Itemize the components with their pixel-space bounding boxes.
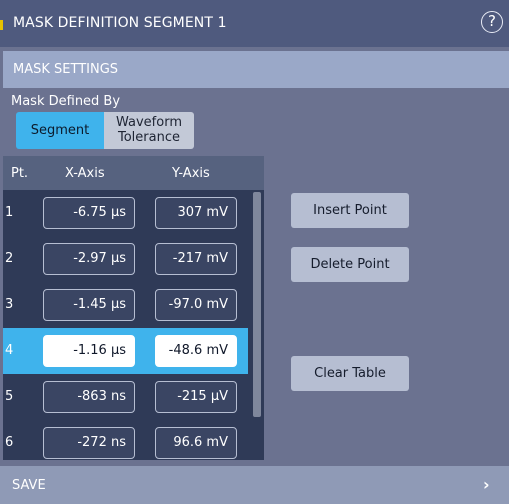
table-header: Pt. X-Axis Y-Axis [3, 156, 264, 190]
chevron-right-icon: › [483, 475, 490, 494]
point-number: 3 [5, 297, 14, 312]
column-header-y-axis: Y-Axis [172, 166, 210, 181]
x-axis-field[interactable]: -863 ns [43, 381, 135, 413]
point-number: 5 [5, 389, 14, 404]
title-accent-marker [0, 20, 3, 30]
mask-settings-label: MASK SETTINGS [13, 62, 119, 77]
mask-points-table: Pt. X-Axis Y-Axis 1 -6.75 µs 307 mV 2 -2… [3, 156, 264, 460]
help-icon[interactable]: ? [481, 11, 503, 33]
dialog-title: MASK DEFINITION SEGMENT 1 [13, 15, 227, 31]
segment-toggle-button[interactable]: Segment [16, 112, 104, 149]
y-axis-field[interactable]: -215 µV [155, 381, 237, 413]
y-axis-field[interactable]: 307 mV [155, 197, 237, 229]
point-number: 4 [5, 343, 14, 358]
point-number: 1 [5, 205, 14, 220]
table-row[interactable]: 6 -272 ns 96.6 mV [3, 420, 248, 466]
y-axis-field[interactable]: 96.6 mV [155, 427, 237, 459]
title-bar: MASK DEFINITION SEGMENT 1 ? [0, 0, 509, 47]
y-axis-field[interactable]: -48.6 mV [155, 335, 237, 367]
y-axis-field[interactable]: -217 mV [155, 243, 237, 275]
mask-defined-by-label: Mask Defined By [11, 94, 121, 109]
clear-table-button[interactable]: Clear Table [291, 356, 409, 391]
insert-point-button[interactable]: Insert Point [291, 193, 409, 228]
save-bar[interactable]: SAVE › [0, 466, 509, 504]
x-axis-field[interactable]: -2.97 µs [43, 243, 135, 275]
column-header-pt: Pt. [11, 166, 29, 181]
table-row[interactable]: 1 -6.75 µs 307 mV [3, 190, 248, 236]
delete-point-button[interactable]: Delete Point [291, 247, 409, 282]
mask-settings-header: MASK SETTINGS [3, 51, 509, 88]
table-scrollbar[interactable] [253, 192, 261, 417]
x-axis-field[interactable]: -1.16 µs [43, 335, 135, 367]
x-axis-field[interactable]: -6.75 µs [43, 197, 135, 229]
y-axis-field[interactable]: -97.0 mV [155, 289, 237, 321]
tolerance-line: Tolerance [118, 130, 180, 145]
column-header-x-axis: X-Axis [65, 166, 105, 181]
table-row-selected[interactable]: 4 -1.16 µs -48.6 mV [3, 328, 248, 374]
waveform-tolerance-toggle-button[interactable]: Waveform Tolerance [104, 112, 194, 149]
save-label: SAVE [12, 478, 46, 493]
waveform-line: Waveform [116, 115, 182, 130]
x-axis-field[interactable]: -1.45 µs [43, 289, 135, 321]
x-axis-field[interactable]: -272 ns [43, 427, 135, 459]
point-number: 6 [5, 435, 14, 450]
table-row[interactable]: 2 -2.97 µs -217 mV [3, 236, 248, 282]
point-number: 2 [5, 251, 14, 266]
table-row[interactable]: 5 -863 ns -215 µV [3, 374, 248, 420]
table-row[interactable]: 3 -1.45 µs -97.0 mV [3, 282, 248, 328]
